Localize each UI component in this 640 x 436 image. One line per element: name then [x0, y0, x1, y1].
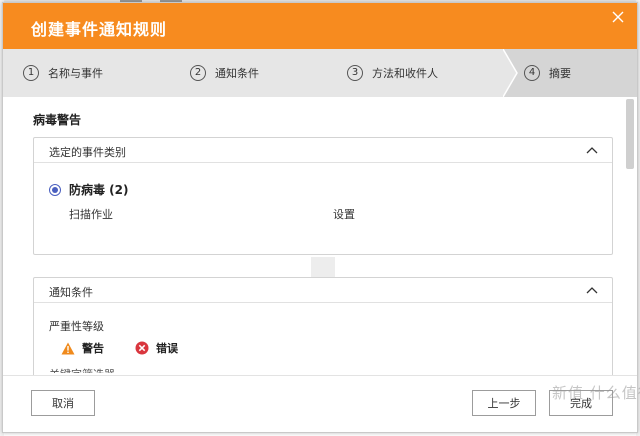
step-number: 2	[190, 65, 206, 81]
step-notification-condition[interactable]: 2 通知条件	[190, 49, 259, 97]
selected-event-panel: 选定的事件类别 防病毒 (2) 扫描作业 设置	[33, 137, 613, 255]
warning-icon	[61, 342, 75, 354]
step-label: 摘要	[549, 67, 571, 80]
event-item-settings: 设置	[333, 208, 355, 221]
panel-header-label: 选定的事件类别	[49, 146, 126, 159]
divider-block	[311, 257, 335, 277]
cancel-button[interactable]: 取消	[31, 390, 95, 416]
close-icon[interactable]	[611, 10, 627, 26]
finish-button[interactable]: 完成	[549, 390, 613, 416]
selected-event-panel-header[interactable]: 选定的事件类别	[34, 138, 612, 163]
summary-content: 病毒警告 选定的事件类别 防病毒 (2) 扫描作业 设置 通知条件 严重性等级 …	[3, 97, 623, 375]
dialog-footer: 取消 上一步 完成	[3, 375, 637, 432]
severity-level-label: 严重性等级	[49, 320, 104, 333]
step-number: 4	[524, 65, 540, 81]
content-scrollbar[interactable]	[626, 99, 634, 169]
chevron-up-icon[interactable]	[586, 146, 598, 154]
event-item-scan-job: 扫描作业	[69, 208, 113, 221]
step-number: 1	[23, 65, 39, 81]
step-summary[interactable]: 4 摘要	[524, 49, 571, 97]
radio-button[interactable]	[49, 183, 61, 196]
step-arrow-icon	[503, 49, 518, 97]
event-category-label: 防病毒 (2)	[69, 183, 129, 197]
keyword-filter-label: 关键字筛选器	[49, 366, 115, 373]
previous-button[interactable]: 上一步	[472, 390, 536, 416]
step-number: 3	[347, 65, 363, 81]
step-label: 方法和收件人	[372, 67, 438, 80]
severity-warning: 警告	[61, 340, 104, 356]
severity-error-label: 错误	[156, 342, 178, 355]
wizard-stepper: 1 名称与事件 2 通知条件 3 方法和收件人 4 摘要	[3, 49, 637, 97]
event-radio-option[interactable]: 防病毒 (2)	[49, 181, 129, 198]
severity-error: 错误	[135, 340, 178, 356]
step-name-and-event[interactable]: 1 名称与事件	[23, 49, 103, 97]
chevron-up-icon[interactable]	[586, 286, 598, 294]
create-notification-rule-dialog: 创建事件通知规则 1 名称与事件 2 通知条件 3 方法和收件人 4 摘要 病毒…	[2, 2, 638, 433]
step-method-and-recipients[interactable]: 3 方法和收件人	[347, 49, 438, 97]
notification-condition-panel: 通知条件 严重性等级 警告 错误	[33, 277, 613, 375]
dialog-title: 创建事件通知规则	[31, 20, 168, 39]
panel-header-label: 通知条件	[49, 286, 93, 299]
severity-warning-label: 警告	[82, 342, 104, 355]
notification-condition-panel-header[interactable]: 通知条件	[34, 278, 612, 303]
error-icon	[135, 341, 149, 355]
dialog-title-bar: 创建事件通知规则	[3, 3, 637, 49]
step-label: 名称与事件	[48, 67, 103, 80]
step-label: 通知条件	[215, 67, 259, 80]
section-title: 病毒警告	[33, 113, 82, 127]
